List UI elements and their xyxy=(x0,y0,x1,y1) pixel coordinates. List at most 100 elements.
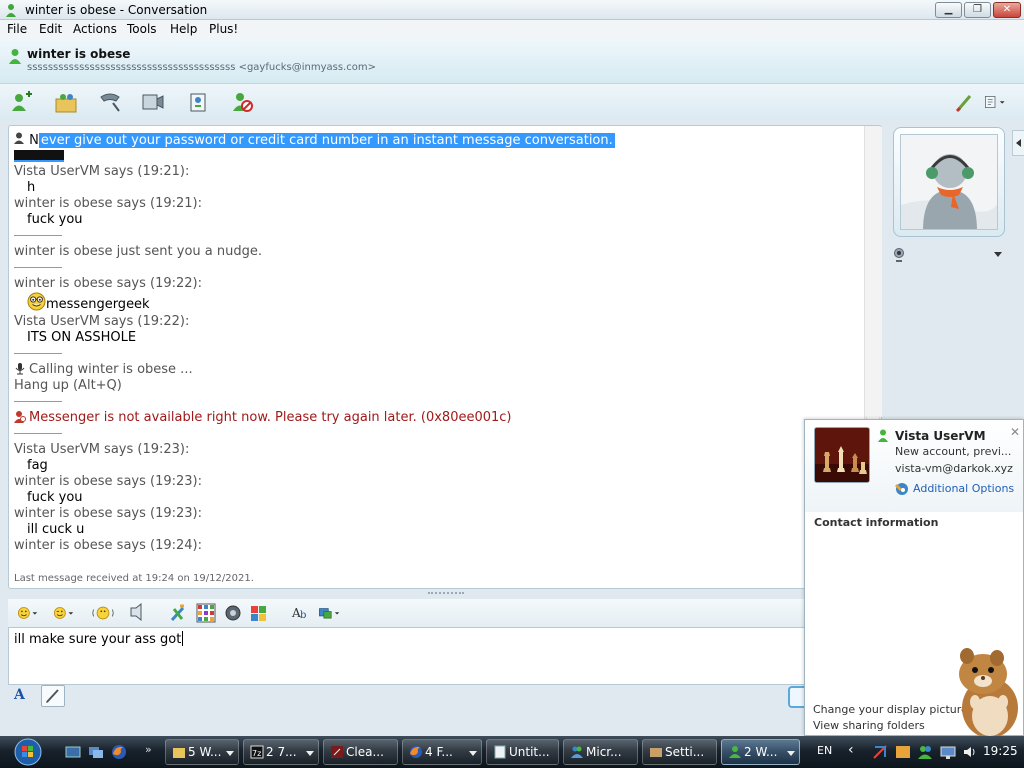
contact-card-name: Vista UserVM xyxy=(895,429,986,443)
show-desktop-icon[interactable] xyxy=(65,744,81,760)
online-status-icon xyxy=(8,48,22,67)
folder-icon xyxy=(172,745,186,759)
display-tray-icon[interactable] xyxy=(940,744,956,760)
taskbar-item-messenger[interactable]: Micr... xyxy=(563,739,638,765)
message-separator xyxy=(14,401,62,402)
taskbar-item-conversations[interactable]: 2 W... xyxy=(721,739,800,765)
message-text: h xyxy=(27,180,36,195)
menu-edit[interactable]: Edit xyxy=(39,22,62,36)
calling-status: Calling winter is obese ... xyxy=(14,362,864,378)
taskbar-item-firefox[interactable]: 4 F... xyxy=(402,739,482,765)
messenger-tray-icon[interactable] xyxy=(917,744,933,760)
side-panel-toggle[interactable] xyxy=(1012,130,1024,156)
system-message: winter is obese just sent you a nudge. xyxy=(14,244,263,259)
volume-tray-icon[interactable] xyxy=(962,744,978,760)
winks-icon[interactable] xyxy=(248,603,270,623)
conversation-history[interactable]: Never give out your password or credit c… xyxy=(8,125,882,589)
invite-contact-icon[interactable] xyxy=(10,91,34,113)
format-toolbar: Ab xyxy=(8,599,804,627)
security-warning-text: ever give out your password or credit ca… xyxy=(38,133,615,148)
taskbar-item-7zip[interactable]: 7z 2 7... xyxy=(243,739,319,765)
type-mode-button[interactable]: A xyxy=(14,687,25,703)
message-input[interactable]: ill make sure your ass got xyxy=(8,627,804,685)
message-text: fuck you xyxy=(27,490,83,505)
message-separator xyxy=(14,235,62,236)
start-button[interactable] xyxy=(8,737,48,767)
font-icon[interactable]: Ab xyxy=(290,603,312,623)
text-caret xyxy=(182,631,184,646)
menu-help[interactable]: Help xyxy=(170,22,197,36)
taskbar-item-ccleaner[interactable]: Clea... xyxy=(323,739,398,765)
conversation-header: winter is obese ssssssssssssssssssssssss… xyxy=(0,40,1024,84)
last-message-received: Last message received at 19:24 on 19/12/… xyxy=(14,573,254,584)
backgrounds-icon[interactable] xyxy=(168,603,190,623)
error-icon xyxy=(14,410,29,425)
taskbar-item-settings[interactable]: Setti... xyxy=(642,739,717,765)
message-text: fag xyxy=(27,458,48,473)
messenger-icon xyxy=(728,745,742,759)
games-icon[interactable] xyxy=(186,91,210,113)
side-scrollbar-track xyxy=(866,127,882,417)
flag-tray-icon[interactable] xyxy=(895,744,911,760)
svg-text:7z: 7z xyxy=(252,749,261,758)
card-close-icon[interactable]: ✕ xyxy=(1010,425,1020,439)
close-button[interactable]: ✕ xyxy=(993,2,1021,18)
online-status-icon xyxy=(877,429,889,445)
minimize-button[interactable]: ▁ xyxy=(935,2,962,18)
nudge-icon[interactable] xyxy=(92,603,118,623)
display-picture-menu-arrow[interactable] xyxy=(994,252,1002,257)
call-icon[interactable] xyxy=(98,91,122,113)
message-sender-line: winter is obese says (19:23): xyxy=(14,474,203,489)
title-bar: winter is obese - Conversation ▁ ❐ ✕ xyxy=(0,0,1024,20)
contact-display-picture xyxy=(900,134,998,230)
menu-bar: File Edit Actions Tools Help Plus! xyxy=(0,20,1024,40)
handwriting-icon[interactable] xyxy=(318,603,348,623)
show-menu-icon[interactable] xyxy=(983,91,1013,113)
message-text: fuck you xyxy=(27,212,83,227)
contact-name[interactable]: winter is obese xyxy=(27,47,130,61)
block-icon[interactable] xyxy=(230,91,254,113)
backgrounds-icon[interactable] xyxy=(953,91,977,113)
handwriting-mode-button[interactable] xyxy=(41,685,65,707)
share-files-icon[interactable] xyxy=(54,91,78,113)
taskbar-item-windows-explorer[interactable]: 5 W... xyxy=(165,739,239,765)
messenger-buddy-icon xyxy=(4,3,18,17)
sound-icon[interactable] xyxy=(222,603,244,623)
games-grid-icon[interactable] xyxy=(195,603,217,623)
view-sharing-folders-link[interactable]: View sharing folders xyxy=(813,719,925,732)
message-separator xyxy=(14,353,62,354)
contact-card-picture[interactable] xyxy=(814,427,870,483)
quick-launch-more[interactable]: » xyxy=(145,743,152,756)
message-sender-line: Vista UserVM says (19:22): xyxy=(14,314,190,329)
maximize-button[interactable]: ❐ xyxy=(964,2,991,18)
pane-splitter[interactable] xyxy=(428,592,464,596)
taskbar-item-untitled[interactable]: Untit... xyxy=(486,739,559,765)
voice-clip-icon[interactable] xyxy=(126,602,148,623)
contact-display-picture-frame[interactable] xyxy=(893,127,1005,237)
message-sender-line: winter is obese says (19:24): xyxy=(14,538,203,553)
additional-options-link[interactable]: Additional Options xyxy=(913,482,1014,495)
menu-file[interactable]: File xyxy=(7,22,27,36)
hamster-mascot-image xyxy=(945,646,1023,738)
language-indicator[interactable]: EN xyxy=(817,744,832,757)
switch-windows-icon[interactable] xyxy=(88,744,104,760)
network-tray-icon[interactable] xyxy=(872,744,888,760)
video-call-icon[interactable] xyxy=(141,91,165,113)
webcam-icon[interactable] xyxy=(893,248,905,265)
ccleaner-icon xyxy=(330,745,344,759)
firefox-icon xyxy=(409,745,423,759)
svg-text:b: b xyxy=(300,610,306,621)
wink-icon[interactable] xyxy=(52,603,80,623)
contact-card-email: vista-vm@darkok.xyz xyxy=(895,462,1013,475)
emoticon-icon[interactable] xyxy=(16,603,44,623)
firefox-icon[interactable] xyxy=(111,744,127,760)
message-input-text: ill make sure your ass got xyxy=(14,632,182,647)
window-title: winter is obese - Conversation xyxy=(25,3,208,17)
nerd-emoticon-icon xyxy=(27,292,46,312)
menu-actions[interactable]: Actions xyxy=(73,22,117,36)
additional-options-icon[interactable] xyxy=(894,481,910,499)
show-hidden-icons-chevron[interactable]: ‹ xyxy=(848,742,854,758)
menu-tools[interactable]: Tools xyxy=(127,22,157,36)
system-clock[interactable]: 19:25 xyxy=(983,744,1018,758)
menu-plus[interactable]: Plus! xyxy=(209,22,238,36)
